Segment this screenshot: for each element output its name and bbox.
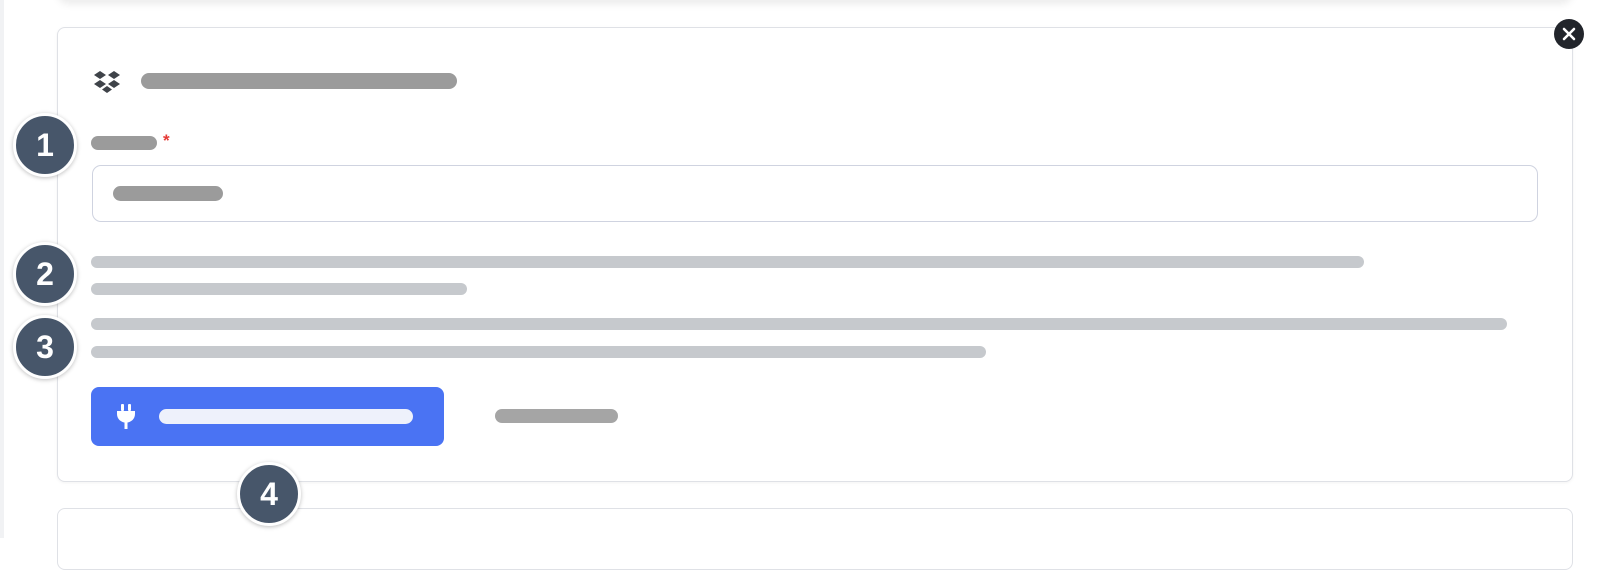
help-text-line-3 (91, 318, 1507, 330)
token-input[interactable] (92, 165, 1538, 222)
dropbox-icon (94, 71, 120, 93)
step-marker-4: 4 (237, 462, 301, 526)
help-text-line-1 (91, 256, 1364, 268)
close-icon (1562, 27, 1576, 41)
required-marker: * (163, 131, 170, 150)
step-marker-1: 1 (13, 113, 77, 177)
secondary-action-link[interactable] (495, 409, 618, 423)
left-edge-strip (0, 0, 4, 538)
plug-icon (117, 404, 135, 429)
help-text-line-2 (91, 283, 467, 295)
connect-button[interactable] (91, 387, 444, 446)
input-value (113, 186, 223, 201)
card-title (141, 73, 457, 89)
field-label (91, 136, 157, 150)
close-button[interactable] (1554, 19, 1584, 49)
connect-button-label (159, 409, 413, 424)
step-marker-3: 3 (13, 315, 77, 379)
step-marker-2: 2 (13, 242, 77, 306)
help-text-line-4 (91, 346, 986, 358)
